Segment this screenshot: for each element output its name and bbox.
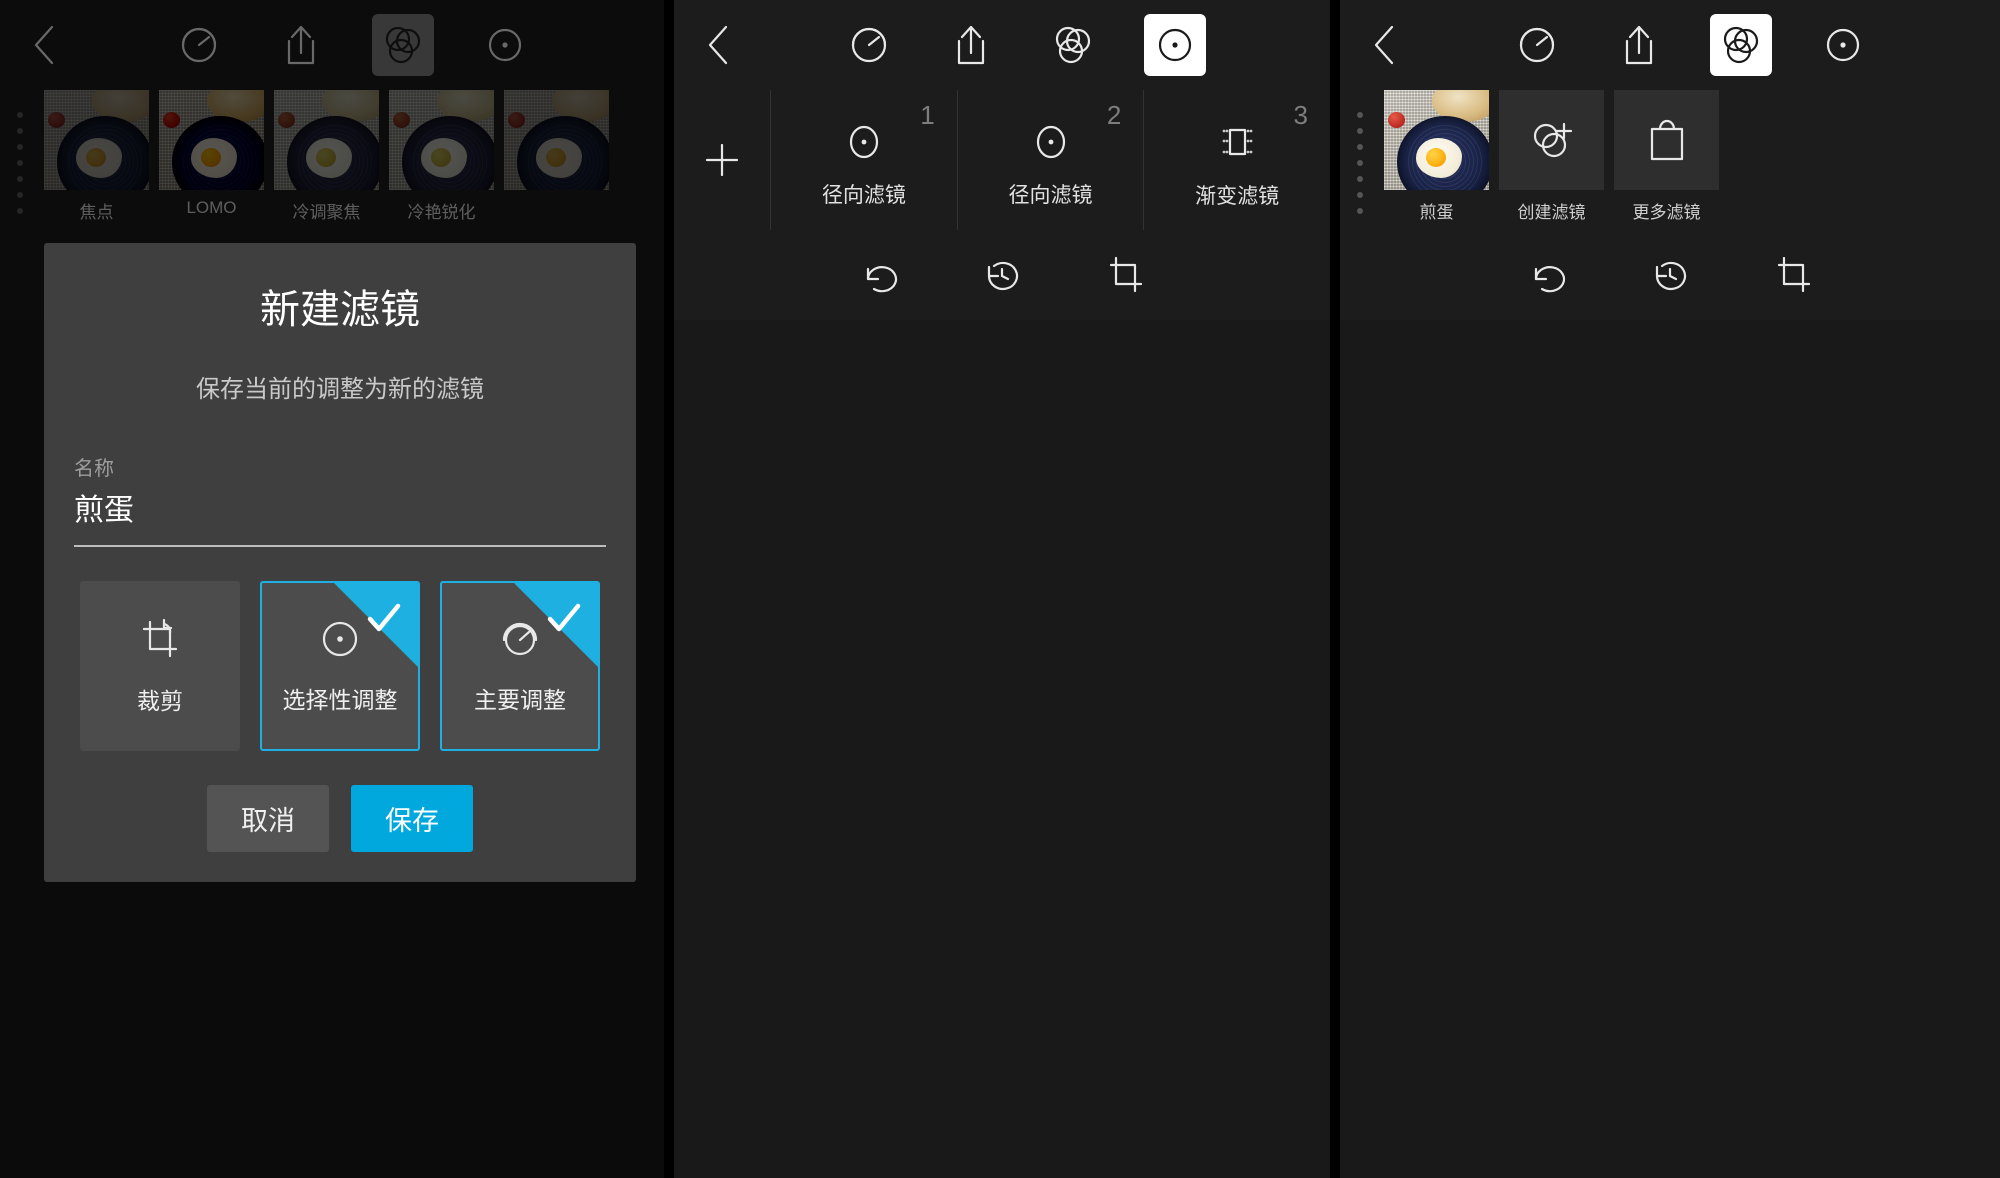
add-filter-button[interactable] bbox=[674, 90, 770, 230]
photo-thumbnail[interactable] bbox=[1384, 90, 1489, 190]
save-button[interactable]: 保存 bbox=[351, 785, 473, 852]
dialog-subtitle: 保存当前的调整为新的滤镜 bbox=[196, 376, 484, 403]
crop-icon bbox=[137, 616, 183, 662]
panel-filter-context-menu: 煎蛋 创建滤镜 更多滤镜 bbox=[1340, 0, 2000, 1178]
graduated-filter-icon bbox=[1214, 118, 1260, 166]
filter-label: 更多滤镜 bbox=[1632, 203, 1701, 222]
field-underline bbox=[74, 545, 606, 547]
filter-label: 径向滤镜 bbox=[821, 184, 906, 207]
filter-number: 2 bbox=[1106, 100, 1122, 130]
crop-icon-button[interactable] bbox=[1103, 252, 1149, 298]
card-crop[interactable]: 裁剪 bbox=[80, 581, 240, 751]
scroll-dots bbox=[1340, 90, 1384, 230]
undo-icon-button[interactable] bbox=[1523, 252, 1569, 298]
filter-label: 创建滤镜 bbox=[1517, 203, 1586, 222]
panel-divider bbox=[1330, 0, 1340, 1178]
back-button[interactable] bbox=[700, 21, 740, 69]
tune-icon-button[interactable] bbox=[1506, 14, 1568, 76]
card-main-adjust[interactable]: 主要调整 bbox=[440, 581, 600, 751]
cancel-button[interactable]: 取消 bbox=[207, 785, 329, 852]
check-icon bbox=[544, 599, 584, 639]
back-button[interactable] bbox=[1366, 21, 1406, 69]
new-filter-dialog: 新建滤镜 保存当前的调整为新的滤镜 名称 煎蛋 裁剪 选择性调整 主要调整 取消… bbox=[44, 243, 636, 882]
filters-icon-button[interactable] bbox=[1710, 14, 1772, 76]
card-label: 选择性调整 bbox=[282, 687, 398, 713]
card-label: 主要调整 bbox=[474, 687, 566, 713]
radial-filter-icon bbox=[1031, 119, 1071, 165]
selective-filter-1[interactable]: 1 径向滤镜 bbox=[770, 90, 957, 230]
name-field-group[interactable]: 名称 煎蛋 bbox=[74, 452, 606, 547]
panel-new-filter-dialog: 焦点 LOMO 冷调聚焦 冷艳锐化 bbox=[0, 0, 664, 1178]
tune-icon-button[interactable] bbox=[838, 14, 900, 76]
history-icon-button[interactable] bbox=[979, 252, 1025, 298]
adjustment-cards: 裁剪 选择性调整 主要调整 bbox=[74, 581, 606, 751]
bottom-toolbar bbox=[674, 230, 1330, 320]
more-filters-item[interactable]: 更多滤镜 bbox=[1614, 90, 1719, 223]
top-toolbar bbox=[674, 0, 1330, 90]
undo-icon-button[interactable] bbox=[855, 252, 901, 298]
radial-filter-icon bbox=[844, 119, 884, 165]
card-selective-adjust[interactable]: 选择性调整 bbox=[260, 581, 420, 751]
selective-filter-3[interactable]: 3 渐变滤镜 bbox=[1143, 90, 1330, 230]
share-icon-button[interactable] bbox=[1608, 14, 1670, 76]
top-toolbar bbox=[1340, 0, 2000, 90]
filter-label: 煎蛋 bbox=[1419, 203, 1454, 222]
filter-number: 1 bbox=[920, 100, 935, 130]
filter-label: 径向滤镜 bbox=[1008, 184, 1093, 207]
filter-number: 3 bbox=[1293, 100, 1309, 130]
shopping-bag-icon[interactable] bbox=[1614, 90, 1719, 190]
crop-icon-button[interactable] bbox=[1771, 252, 1817, 298]
history-icon-button[interactable] bbox=[1647, 252, 1693, 298]
filters-icon-button[interactable] bbox=[1042, 14, 1104, 76]
name-field-label: 名称 bbox=[74, 458, 114, 480]
selective-icon-button[interactable] bbox=[1144, 14, 1206, 76]
name-input[interactable]: 煎蛋 bbox=[74, 485, 606, 545]
selective-icon-button[interactable] bbox=[1812, 14, 1874, 76]
selective-filter-2[interactable]: 2 径向滤镜 bbox=[956, 90, 1144, 230]
three-panel-screenshot: 焦点 LOMO 冷调聚焦 冷艳锐化 bbox=[0, 0, 2000, 1178]
bottom-toolbar bbox=[1340, 230, 2000, 320]
filter-item-custom[interactable]: 煎蛋 bbox=[1384, 90, 1489, 223]
filter-thumbnail-strip[interactable]: 煎蛋 创建滤镜 更多滤镜 bbox=[1340, 90, 2000, 230]
create-filter-item[interactable]: 创建滤镜 bbox=[1499, 90, 1604, 223]
share-icon-button[interactable] bbox=[940, 14, 1002, 76]
filter-label: 渐变滤镜 bbox=[1195, 185, 1280, 208]
dialog-title: 新建滤镜 bbox=[260, 288, 420, 332]
panel-divider bbox=[664, 0, 674, 1178]
check-icon bbox=[364, 599, 404, 639]
create-filter-icon[interactable] bbox=[1499, 90, 1604, 190]
panel-selective-filters: 1 径向滤镜 2 径向滤镜 3 渐变滤镜 bbox=[674, 0, 1330, 1178]
card-label: 裁剪 bbox=[137, 688, 183, 714]
dialog-actions: 取消 保存 bbox=[74, 785, 606, 852]
selective-filter-bar: 1 径向滤镜 2 径向滤镜 3 渐变滤镜 bbox=[674, 90, 1330, 230]
